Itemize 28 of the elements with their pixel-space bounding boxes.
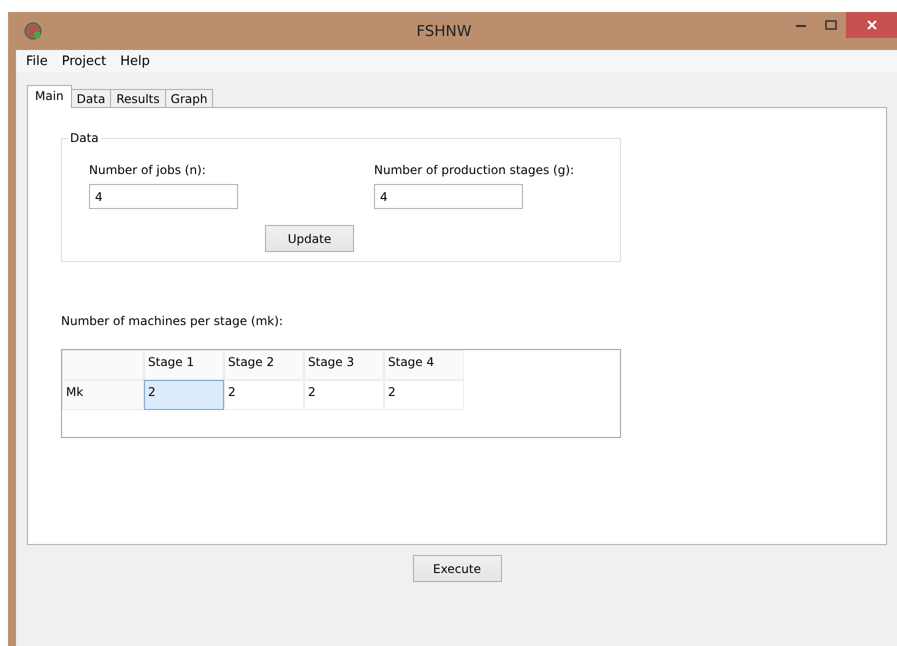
window-title: FSHNW bbox=[415, 22, 473, 40]
input-field[interactable]: 4 bbox=[374, 184, 523, 209]
table-cell[interactable]: 2 bbox=[304, 380, 384, 410]
update-button[interactable]: Update bbox=[265, 225, 354, 252]
minimize-icon bbox=[796, 23, 806, 27]
close-icon bbox=[866, 20, 876, 30]
menu-item[interactable]: Project bbox=[56, 54, 112, 68]
input-field[interactable]: 4 bbox=[89, 184, 238, 209]
row-header: Mk bbox=[62, 380, 144, 410]
tab[interactable]: Main bbox=[27, 85, 72, 108]
table-cell[interactable]: 2 bbox=[224, 380, 304, 410]
app-icon bbox=[24, 22, 42, 40]
table-cell[interactable]: 2 bbox=[384, 380, 464, 410]
field-label: Number of jobs (n): bbox=[89, 163, 207, 177]
menu-item[interactable]: File bbox=[20, 54, 54, 68]
execute-button[interactable]: Execute bbox=[412, 555, 502, 582]
table-cell[interactable]: 2 bbox=[144, 380, 224, 410]
field-label: Number of production stages (g): bbox=[374, 163, 574, 177]
group-title: Data bbox=[69, 131, 100, 145]
maximize-icon bbox=[825, 20, 837, 30]
tab[interactable]: Graph bbox=[164, 89, 214, 108]
column-header: Stage 1 bbox=[144, 350, 224, 380]
column-header: Stage 3 bbox=[304, 350, 384, 380]
menu-item[interactable]: Help bbox=[114, 54, 156, 68]
column-header: Stage 2 bbox=[224, 350, 304, 380]
table-label: Number of machines per stage (mk): bbox=[61, 314, 284, 328]
column-header: Stage 4 bbox=[384, 350, 464, 380]
close-button[interactable] bbox=[846, 12, 897, 38]
